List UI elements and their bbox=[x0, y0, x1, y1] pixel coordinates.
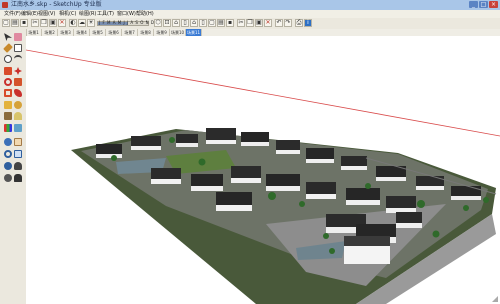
move-icon[interactable] bbox=[14, 67, 22, 75]
front-view-icon[interactable]: ⌂ bbox=[172, 19, 180, 27]
menu-draw[interactable]: 绘图(R) bbox=[79, 10, 96, 18]
menu-view[interactable]: 视图(V) bbox=[38, 10, 55, 18]
scene-tab[interactable]: 场景9 bbox=[154, 29, 170, 36]
menu-tools[interactable]: 工具(T) bbox=[97, 10, 114, 18]
close-button[interactable]: × bbox=[489, 1, 498, 8]
model-viewport[interactable] bbox=[26, 36, 500, 304]
scene-tab[interactable]: 场景10 bbox=[170, 29, 186, 36]
offset-icon[interactable] bbox=[4, 89, 12, 97]
shadow-toggle-icon[interactable]: ◐ bbox=[69, 19, 77, 27]
scene-tab-active[interactable]: 场景11 bbox=[186, 29, 202, 36]
copy-icon[interactable]: ❐ bbox=[40, 19, 48, 27]
window-title: 江南水乡.skp - SketchUp 专业版 bbox=[11, 1, 102, 8]
circle-icon[interactable] bbox=[4, 55, 12, 63]
position-camera-icon[interactable] bbox=[14, 174, 22, 182]
rotate-icon[interactable] bbox=[4, 78, 12, 86]
follow-me-icon[interactable] bbox=[14, 89, 22, 97]
open-file-icon[interactable]: ▤ bbox=[11, 19, 19, 27]
save-icon-2[interactable]: ▪ bbox=[226, 19, 234, 27]
model-info-icon[interactable]: i bbox=[304, 19, 312, 27]
dimension-icon[interactable] bbox=[14, 124, 22, 132]
resize-grip[interactable] bbox=[492, 296, 498, 302]
erase-icon[interactable]: ✕ bbox=[264, 19, 272, 27]
right-view-icon[interactable]: ▯ bbox=[181, 19, 189, 27]
look-around-icon[interactable] bbox=[4, 174, 12, 182]
print-icon[interactable]: ⎙ bbox=[295, 19, 303, 27]
zoom-window-icon[interactable] bbox=[14, 150, 22, 158]
zoom-extents-icon[interactable] bbox=[4, 162, 12, 170]
app-icon bbox=[2, 2, 8, 8]
time-slider-months: J F M A M J J A S O N D bbox=[99, 20, 155, 25]
shadow-settings-icon[interactable]: ☀ bbox=[87, 19, 95, 27]
pencil-icon[interactable] bbox=[3, 43, 13, 53]
scene-tab[interactable]: 场景1 bbox=[26, 29, 42, 36]
delete-icon[interactable]: ✕ bbox=[58, 19, 66, 27]
scene-tab[interactable]: 场景5 bbox=[90, 29, 106, 36]
maximize-button[interactable]: □ bbox=[479, 1, 488, 8]
minimize-button[interactable]: _ bbox=[469, 1, 478, 8]
village-model-render bbox=[26, 49, 500, 304]
paint-bucket-icon[interactable] bbox=[4, 101, 12, 109]
protractor-icon[interactable] bbox=[14, 112, 22, 120]
pan-icon[interactable] bbox=[14, 138, 22, 146]
scene-tab[interactable]: 场景8 bbox=[138, 29, 154, 36]
new-doc-icon[interactable]: ▢ bbox=[208, 19, 216, 27]
save-icon[interactable]: ▪ bbox=[20, 19, 28, 27]
push-pull-icon[interactable] bbox=[4, 67, 12, 75]
back-view-icon[interactable]: ⌂ bbox=[190, 19, 198, 27]
menu-camera[interactable]: 相机(C) bbox=[59, 10, 76, 18]
scene-tab[interactable]: 场景6 bbox=[106, 29, 122, 36]
menu-file[interactable]: 文件(F) bbox=[4, 10, 21, 18]
left-tool-palette bbox=[0, 29, 27, 304]
cut-icon-2[interactable]: ✂ bbox=[237, 19, 245, 27]
menu-help[interactable]: 帮助(H) bbox=[136, 10, 154, 18]
red-axis-line bbox=[26, 49, 500, 137]
walk-icon[interactable] bbox=[14, 162, 22, 170]
iso-view-icon[interactable]: ⬡ bbox=[154, 19, 162, 27]
rectangle-icon[interactable] bbox=[14, 44, 22, 52]
menu-edit[interactable]: 编辑(E) bbox=[21, 10, 38, 18]
paste-icon[interactable]: ▣ bbox=[49, 19, 57, 27]
eraser-icon[interactable] bbox=[14, 33, 22, 41]
select-icon[interactable] bbox=[4, 33, 12, 41]
paste-icon-2[interactable]: ▣ bbox=[255, 19, 263, 27]
menu-window[interactable]: 窗口(W) bbox=[117, 10, 136, 18]
left-view-icon[interactable]: ▯ bbox=[199, 19, 207, 27]
zoom-icon[interactable] bbox=[4, 150, 12, 158]
copy-icon-2[interactable]: ❐ bbox=[246, 19, 254, 27]
scale-icon[interactable] bbox=[14, 78, 22, 86]
tape-measure-icon[interactable] bbox=[14, 101, 22, 109]
text-icon[interactable] bbox=[4, 112, 12, 120]
axes-icon[interactable] bbox=[4, 124, 12, 132]
top-view-icon[interactable]: ⊡ bbox=[163, 19, 171, 27]
cut-icon[interactable]: ✂ bbox=[31, 19, 39, 27]
fog-icon[interactable]: ☁ bbox=[78, 19, 86, 27]
undo-icon[interactable]: ↶ bbox=[275, 19, 283, 27]
redo-icon[interactable]: ↷ bbox=[284, 19, 292, 27]
open-icon[interactable]: ▤ bbox=[217, 19, 225, 27]
arc-icon[interactable] bbox=[14, 55, 22, 63]
orbit-icon[interactable] bbox=[4, 138, 12, 146]
new-file-icon[interactable]: ▢ bbox=[2, 19, 10, 27]
scene-tab[interactable]: 场景4 bbox=[74, 29, 90, 36]
scene-tab[interactable]: 场景2 bbox=[42, 29, 58, 36]
scene-tab[interactable]: 场景3 bbox=[58, 29, 74, 36]
scene-tab[interactable]: 场景7 bbox=[122, 29, 138, 36]
